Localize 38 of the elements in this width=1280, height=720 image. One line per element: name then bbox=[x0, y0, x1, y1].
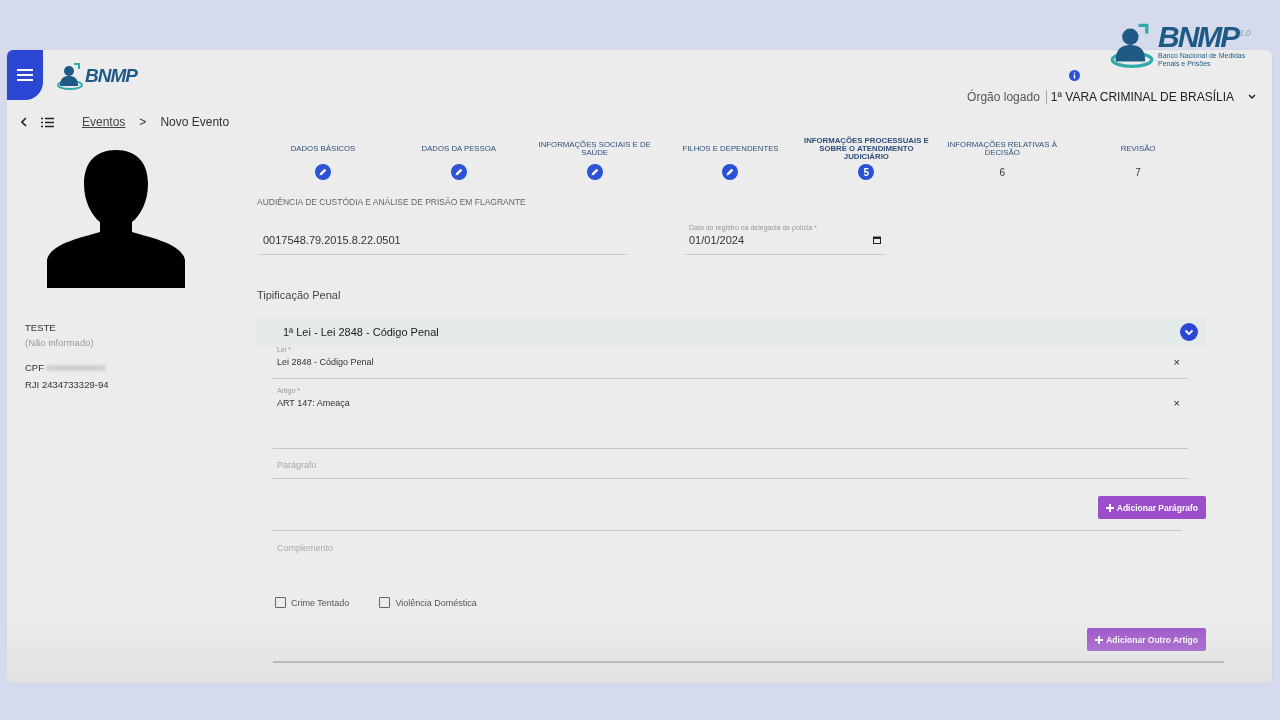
breadcrumb-link[interactable]: Eventos bbox=[82, 115, 126, 129]
organ-label: Órgão logado bbox=[967, 90, 1040, 104]
organ-select[interactable]: 1ª VARA CRIMINAL DE BRASÍLIA bbox=[1045, 90, 1260, 104]
plus-icon bbox=[1095, 635, 1104, 644]
breadcrumb-current: Novo Evento bbox=[160, 115, 230, 129]
logo-text: BNMP bbox=[85, 65, 137, 87]
menu-button[interactable] bbox=[7, 50, 43, 100]
pencil-icon bbox=[450, 164, 467, 180]
person-rji: RJI 2434733329-94 bbox=[25, 379, 110, 390]
breadcrumb-separator: > bbox=[139, 115, 147, 129]
info-icon[interactable] bbox=[1069, 70, 1080, 81]
pencil-icon bbox=[314, 164, 331, 180]
person-logo-icon bbox=[57, 62, 83, 90]
pencil-icon bbox=[722, 164, 739, 180]
menu-icon bbox=[17, 69, 33, 81]
cpf-label: CPF bbox=[25, 362, 44, 373]
person-note: (Não informado) bbox=[25, 337, 95, 348]
checkbox[interactable]: Violência Doméstica bbox=[379, 597, 477, 608]
list-icon[interactable] bbox=[41, 116, 54, 128]
add-article-button[interactable]: Adicionar Outro Artigo bbox=[1087, 628, 1206, 651]
section-title: AUDIÊNCIA DE CUSTÓDIA E ANÁLISE DE PRISÃO EM FLAGRANTE bbox=[257, 197, 527, 207]
person-name: TESTE bbox=[25, 322, 57, 333]
clear-button[interactable]: × bbox=[1173, 397, 1180, 409]
process-number-field[interactable]: 0017548.79.2015.8.22.0501 bbox=[259, 217, 627, 255]
person-silhouette-icon bbox=[47, 148, 185, 288]
pencil-icon bbox=[586, 164, 603, 180]
add-paragraph-button[interactable]: Adicionar Parágrafo bbox=[1097, 496, 1206, 519]
section-heading: Tipificação Penal bbox=[257, 289, 342, 301]
calendar-icon[interactable] bbox=[873, 236, 881, 244]
back-icon[interactable] bbox=[21, 117, 27, 127]
redacted-value bbox=[46, 364, 106, 371]
expansion-panel-header[interactable]: 1ª Lei - Lei 2848 - Código Penal bbox=[255, 317, 1206, 347]
clear-button[interactable]: × bbox=[1173, 356, 1180, 368]
plus-icon bbox=[1105, 503, 1114, 512]
checkbox[interactable]: Crime Tentado bbox=[275, 597, 350, 608]
logo-text: BNMP$^{3.0}$ bbox=[1158, 21, 1252, 52]
person-logo-icon bbox=[1110, 22, 1154, 68]
caret-icon bbox=[1248, 94, 1256, 100]
